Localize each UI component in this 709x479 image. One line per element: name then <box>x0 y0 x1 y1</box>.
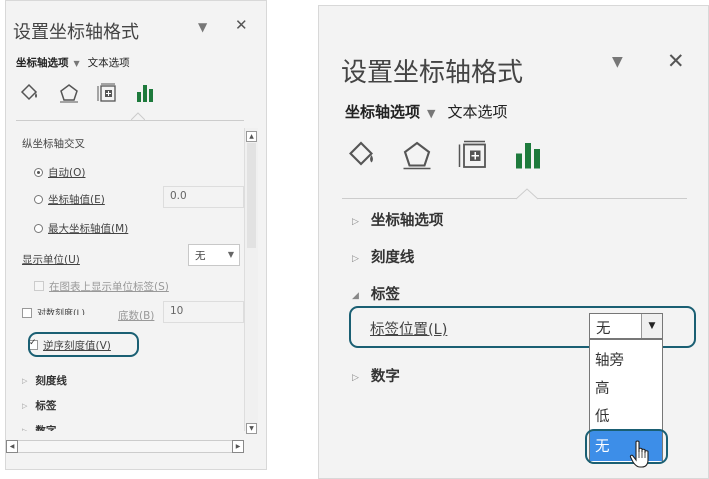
effects-pentagon-icon[interactable] <box>58 83 80 103</box>
axis-value-input[interactable]: 0.0 <box>163 186 244 208</box>
scroll-right-icon[interactable]: ▶ <box>232 440 244 453</box>
log-base-input[interactable]: 10 <box>163 301 244 323</box>
section-labels[interactable]: ▷ 标签 <box>22 398 56 413</box>
expand-icon: ▷ <box>22 402 28 410</box>
checkbox <box>34 281 44 291</box>
close-icon[interactable]: ✕ <box>235 16 248 34</box>
chevron-down-icon[interactable]: ▼ <box>612 54 623 70</box>
options-scroll-area: 纵坐标轴交叉 自动(O) 坐标轴值(E) 0.0 最大坐标轴值(M) 显示单位(… <box>0 128 244 431</box>
log-scale-checkbox[interactable]: 对数刻度(L) <box>22 306 85 320</box>
chevron-down-icon[interactable]: ▼ <box>427 107 435 120</box>
show-units-label-text: 在图表上显示单位标签(S) <box>49 281 169 293</box>
chevron-down-icon: ▼ <box>227 250 234 259</box>
log-base-label: 底数(B) <box>118 310 155 322</box>
chevron-down-icon[interactable]: ▼ <box>74 59 80 68</box>
fill-line-icon[interactable] <box>344 140 378 170</box>
horizontal-scrollbar[interactable] <box>6 440 244 453</box>
collapse-icon: ◢ <box>352 291 359 301</box>
selected-tab-pointer <box>131 112 145 121</box>
effects-pentagon-icon[interactable] <box>400 140 434 170</box>
pane-title: 设置坐标轴格式 <box>13 22 139 43</box>
expand-icon: ▷ <box>352 373 359 383</box>
tab-text-options[interactable]: 文本选项 <box>447 103 507 121</box>
show-units-label-checkbox: 在图表上显示单位标签(S) <box>34 279 169 294</box>
options-tabs: 坐标轴选项 ▼ 文本选项 <box>16 55 130 70</box>
radio-button[interactable] <box>34 168 43 177</box>
options-tabs: 坐标轴选项 ▼ 文本选项 <box>345 101 508 122</box>
scroll-down-icon[interactable]: ▼ <box>246 423 257 434</box>
tab-axis-options[interactable]: 坐标轴选项 <box>16 57 69 69</box>
tab-axis-options[interactable]: 坐标轴选项 <box>345 103 420 121</box>
section-number[interactable]: ▷ 数字 <box>352 365 400 386</box>
expand-icon: ▷ <box>22 427 28 431</box>
log-scale-label: 对数刻度(L) <box>37 309 86 315</box>
highlight-box <box>585 429 668 464</box>
radio-axis-value[interactable]: 坐标轴值(E) <box>34 192 105 207</box>
tab-text-options[interactable]: 文本选项 <box>88 57 130 69</box>
radio-max-axis-value[interactable]: 最大坐标轴值(M) <box>34 221 128 236</box>
scroll-up-icon[interactable]: ▲ <box>246 131 257 142</box>
radio-button[interactable] <box>34 195 43 204</box>
display-units-value: 无 <box>195 250 206 262</box>
checkbox[interactable] <box>22 308 32 318</box>
highlight-box <box>28 332 139 357</box>
option-next-to-axis[interactable]: 轴旁 <box>595 349 624 370</box>
bar-chart-icon[interactable] <box>134 83 156 103</box>
option-low[interactable]: 低 <box>595 405 610 426</box>
section-number[interactable]: ▷ 数字 <box>22 423 56 431</box>
scrollbar-thumb[interactable] <box>247 143 256 248</box>
display-units-label: 显示单位(U) <box>22 254 80 266</box>
mouse-cursor-hand-icon <box>629 440 649 468</box>
divider <box>16 120 244 121</box>
bar-chart-icon[interactable] <box>511 140 545 170</box>
section-axis-options[interactable]: ▷ 坐标轴选项 <box>352 209 443 230</box>
size-properties-icon[interactable] <box>96 83 118 103</box>
radio-auto-label: 自动(O) <box>48 167 86 179</box>
divider <box>342 198 687 199</box>
expand-icon: ▷ <box>352 217 359 227</box>
fill-line-icon[interactable] <box>18 83 40 103</box>
chevron-down-icon[interactable]: ▼ <box>198 20 207 34</box>
radio-axis-value-label: 坐标轴值(E) <box>48 194 105 206</box>
radio-max-axis-value-label: 最大坐标轴值(M) <box>48 223 129 235</box>
pane-title: 设置坐标轴格式 <box>341 58 524 88</box>
display-units-select[interactable]: 无 ▼ <box>188 244 240 266</box>
expand-icon: ▷ <box>22 377 28 385</box>
selected-tab-pointer <box>516 188 538 200</box>
section-tick-marks[interactable]: ▷ 刻度线 <box>352 246 414 267</box>
vertical-axis-crosses-label: 纵坐标轴交叉 <box>22 138 85 150</box>
expand-icon: ▷ <box>352 254 359 264</box>
section-labels[interactable]: ◢ 标签 <box>352 283 400 304</box>
scroll-left-icon[interactable]: ◀ <box>6 440 18 453</box>
radio-button[interactable] <box>34 224 43 233</box>
section-tick-marks[interactable]: ▷ 刻度线 <box>22 373 67 388</box>
option-high[interactable]: 高 <box>595 377 610 398</box>
close-icon[interactable]: ✕ <box>667 49 685 73</box>
radio-auto[interactable]: 自动(O) <box>34 165 85 180</box>
size-properties-icon[interactable] <box>456 140 490 170</box>
